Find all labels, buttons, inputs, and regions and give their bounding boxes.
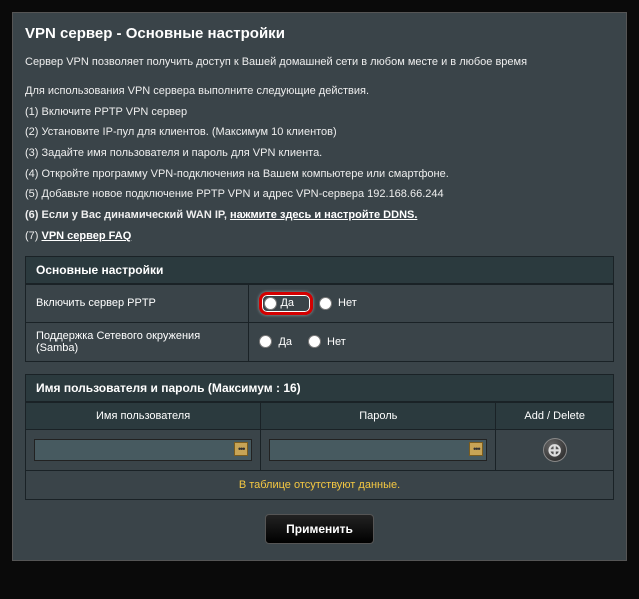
apply-row: Применить — [25, 500, 614, 548]
enable-pptp-yes-radio[interactable] — [264, 297, 277, 310]
keyboard-icon[interactable]: ••• — [469, 442, 483, 456]
step-1: (1) Включите PPTP VPN сервер — [25, 103, 614, 122]
col-username: Имя пользователя — [26, 402, 261, 429]
add-user-button[interactable]: ⊕ — [543, 438, 567, 462]
samba-yes-label: Да — [278, 336, 292, 348]
step-4: (4) Откройте программу VPN-подключения н… — [25, 165, 614, 184]
apply-button[interactable]: Применить — [265, 514, 374, 544]
enable-pptp-no-radio[interactable] — [319, 297, 332, 310]
table-input-row: ••• ••• ⊕ — [26, 429, 614, 470]
step-7: (7) VPN сервер FAQ — [25, 227, 614, 246]
keyboard-icon[interactable]: ••• — [234, 442, 248, 456]
intro-text: Сервер VPN позволяет получить доступ к В… — [25, 56, 614, 68]
step-6-prefix: (6) Если у Вас динамический WAN IP, — [25, 209, 230, 221]
basic-settings-header: Основные настройки — [25, 256, 614, 284]
highlight-ring: Да — [259, 292, 313, 315]
samba-label: Поддержка Сетевого окружения (Samba) — [26, 322, 249, 361]
enable-pptp-yes-label: Да — [280, 297, 294, 309]
col-password: Пароль — [261, 402, 496, 429]
step-2: (2) Установите IP-пул для клиентов. (Мак… — [25, 123, 614, 142]
samba-no-radio[interactable] — [308, 335, 321, 348]
ddns-link[interactable]: нажмите здесь и настройте DDNS. — [230, 209, 417, 221]
enable-pptp-label: Включить сервер PPTP — [26, 284, 249, 322]
step-6: (6) Если у Вас динамический WAN IP, нажм… — [25, 206, 614, 225]
steps-heading: Для использования VPN сервера выполните … — [25, 82, 614, 101]
username-input[interactable] — [34, 439, 252, 461]
empty-message: В таблице отсутствуют данные. — [26, 470, 614, 499]
enable-pptp-no-label: Нет — [338, 297, 357, 309]
step-7-prefix: (7) — [25, 230, 42, 242]
basic-settings-table: Включить сервер PPTP Да Нет Поддержка Се… — [25, 284, 614, 362]
step-5: (5) Добавьте новое подключение PPTP VPN … — [25, 185, 614, 204]
users-table: Имя пользователя Пароль Add / Delete •••… — [25, 402, 614, 500]
users-section-header: Имя пользователя и пароль (Максимум : 16… — [25, 374, 614, 402]
samba-yes-radio[interactable] — [259, 335, 272, 348]
faq-link[interactable]: VPN сервер FAQ — [42, 230, 132, 242]
step-3: (3) Задайте имя пользователя и пароль дл… — [25, 144, 614, 163]
col-action: Add / Delete — [496, 402, 614, 429]
vpn-settings-panel: VPN сервер - Основные настройки Сервер V… — [12, 12, 627, 561]
plus-icon: ⊕ — [547, 440, 562, 460]
steps-block: Для использования VPN сервера выполните … — [25, 82, 614, 246]
password-input[interactable] — [269, 439, 487, 461]
enable-pptp-radio-group: Да Нет — [259, 292, 603, 315]
samba-no-label: Нет — [327, 336, 346, 348]
samba-radio-group: Да Нет — [259, 335, 603, 348]
table-empty-row: В таблице отсутствуют данные. — [26, 470, 614, 499]
page-title: VPN сервер - Основные настройки — [25, 25, 614, 42]
